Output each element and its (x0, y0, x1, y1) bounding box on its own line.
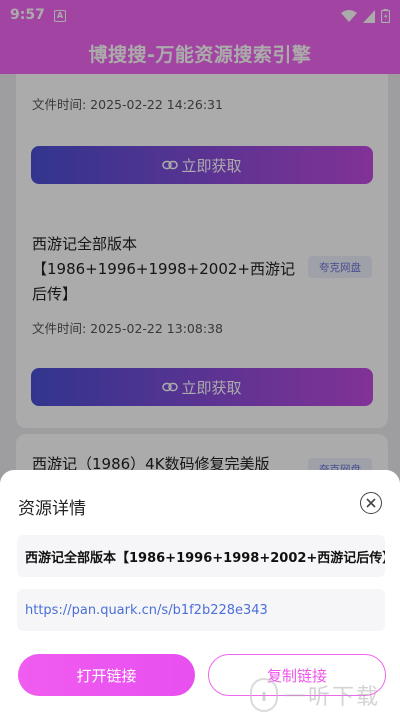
close-button[interactable] (360, 492, 382, 514)
resource-link-field[interactable]: https://pan.quark.cn/s/b1f2b228e343 (17, 589, 385, 631)
watermark-text: 一听下载 (284, 685, 381, 710)
resource-name-field: 西游记全部版本【1986+1996+1998+2002+西游记后传】 (17, 535, 385, 577)
open-link-button[interactable]: 打开链接 (18, 654, 195, 696)
close-icon (366, 498, 376, 508)
watermark: ı 一听下载 (250, 672, 400, 718)
sheet-title: 资源详情 (18, 499, 86, 519)
watermark-logo-icon: ı (250, 678, 278, 712)
